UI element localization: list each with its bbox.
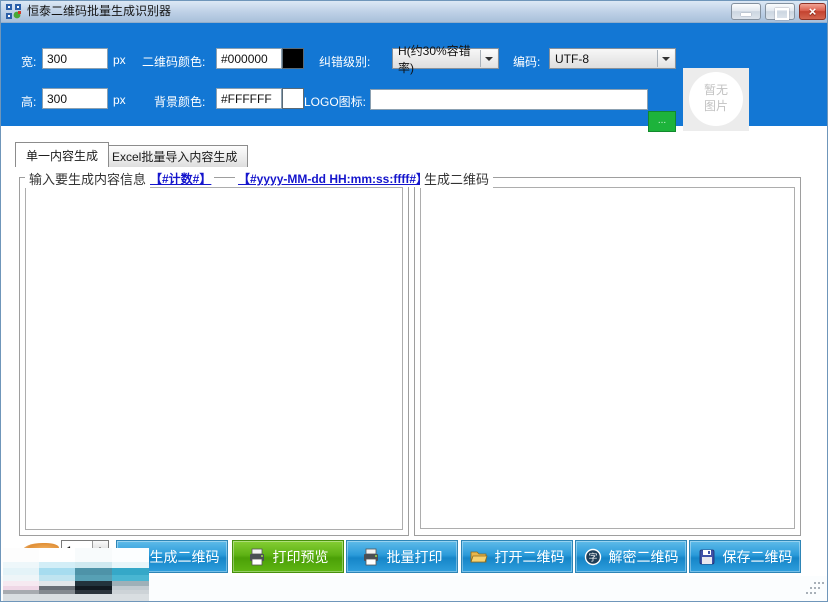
bg-color-label: 背景颜色: (154, 93, 205, 110)
bg-color-swatch[interactable] (282, 88, 304, 109)
printer-icon (248, 548, 266, 566)
height-label: 高: (21, 93, 36, 110)
tab-single-content[interactable]: 单一内容生成 (15, 142, 109, 167)
chevron-down-icon (480, 50, 497, 67)
width-input[interactable] (42, 48, 108, 69)
encoding-select[interactable]: UTF-8 (549, 48, 676, 69)
tab-excel-batch[interactable]: Excel批量导入内容生成 (101, 145, 248, 167)
height-input[interactable] (42, 88, 108, 109)
logo-path-input[interactable] (370, 89, 648, 110)
logo-label: LOGO图标: (304, 93, 366, 110)
title-bar: 恒泰二维码批量生成识别器 × (1, 1, 827, 23)
minimize-icon (741, 13, 751, 16)
chevron-down-icon (657, 50, 674, 67)
error-level-label: 纠错级别: (319, 53, 370, 70)
app-window: 恒泰二维码批量生成识别器 × 宽: px 高: px 二维码颜色: 背景颜色: … (0, 0, 828, 602)
encoding-value: UTF-8 (555, 52, 589, 66)
close-icon: × (800, 4, 825, 19)
button-label: 保存二维码 (723, 547, 793, 567)
decrypt-icon: 字 (584, 548, 602, 566)
no-image-placeholder: 暂无 图片 (683, 82, 749, 114)
input-group-title: 输入要生成内容信息 (25, 169, 150, 188)
qr-color-swatch[interactable] (282, 48, 304, 69)
qr-color-label: 二维码颜色: (142, 53, 205, 70)
save-icon (698, 548, 716, 566)
maximize-icon (775, 8, 789, 20)
maximize-button[interactable] (765, 3, 795, 20)
content-input[interactable] (25, 187, 403, 530)
svg-text:字: 字 (588, 551, 597, 562)
timestamp-variable-link[interactable]: 【#yyyy-MM-dd HH:mm:ss:ffff#】 (235, 170, 431, 187)
width-unit: px (113, 53, 126, 67)
error-level-select[interactable]: H(约30%容错率) (392, 48, 499, 69)
encoding-label: 编码: (513, 53, 540, 70)
button-label: 生成二维码 (150, 547, 220, 567)
open-qr-button[interactable]: 打开二维码 (461, 540, 573, 573)
minimize-button[interactable] (731, 3, 761, 20)
button-label: 解密二维码 (609, 547, 679, 567)
decrypt-qr-button[interactable]: 字 解密二维码 (575, 540, 687, 573)
bg-color-input[interactable] (216, 88, 282, 109)
save-qr-button[interactable]: 保存二维码 (689, 540, 801, 573)
error-level-value: H(约30%容错率) (398, 42, 478, 76)
width-label: 宽: (21, 53, 36, 70)
logo-preview-box: 暂无 图片 (683, 68, 749, 131)
logo-browse-button[interactable]: ... (648, 111, 676, 132)
app-qr-icon (6, 4, 21, 19)
printer-icon (362, 548, 380, 566)
counter-variable-link[interactable]: 【#计数#】 (147, 170, 214, 187)
output-group-title: 生成二维码 (420, 169, 493, 188)
button-label: 打印预览 (273, 547, 329, 567)
print-preview-button[interactable]: 打印预览 (232, 540, 344, 573)
window-title: 恒泰二维码批量生成识别器 (27, 1, 171, 22)
qr-preview-canvas (420, 187, 795, 529)
button-label: 批量打印 (387, 547, 443, 567)
batch-print-button[interactable]: 批量打印 (346, 540, 458, 573)
height-unit: px (113, 93, 126, 107)
open-folder-icon (470, 548, 488, 566)
qr-color-input[interactable] (216, 48, 282, 69)
resize-grip[interactable] (806, 582, 819, 595)
glitch-artifact (3, 548, 149, 601)
settings-panel: 宽: px 高: px 二维码颜色: 背景颜色: 纠错级别: H(约30%容错率… (1, 23, 827, 126)
close-button[interactable]: × (799, 3, 826, 20)
button-label: 打开二维码 (495, 547, 565, 567)
